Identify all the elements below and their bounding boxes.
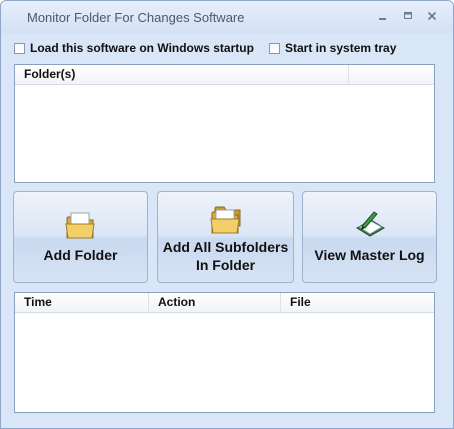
folders-icon bbox=[209, 206, 240, 234]
title-bar[interactable]: Monitor Folder For Changes Software bbox=[1, 1, 453, 33]
view-master-log-label: View Master Log bbox=[314, 247, 425, 263]
column-header-blank[interactable] bbox=[349, 65, 434, 84]
folder-icon bbox=[64, 212, 95, 239]
app-window: Monitor Folder For Changes Software Load… bbox=[0, 0, 454, 429]
tray-checkbox-box[interactable] bbox=[269, 42, 280, 54]
view-master-log-button[interactable]: View Master Log bbox=[302, 191, 437, 283]
close-button[interactable] bbox=[422, 7, 442, 25]
window-title: Monitor Folder For Changes Software bbox=[27, 10, 245, 25]
startup-checkbox-label: Load this software on Windows startup bbox=[30, 41, 254, 55]
folders-list-header: Folder(s) bbox=[15, 65, 434, 85]
column-header-file[interactable]: File bbox=[281, 293, 434, 312]
maximize-icon bbox=[404, 12, 412, 19]
log-list[interactable]: Time Action File bbox=[14, 292, 435, 413]
maximize-button[interactable] bbox=[398, 7, 418, 25]
minimize-button[interactable] bbox=[373, 7, 393, 25]
add-folder-label: Add Folder bbox=[43, 247, 118, 263]
log-book-icon bbox=[355, 211, 385, 237]
add-subfolders-button[interactable]: Add All Subfolders In Folder bbox=[157, 191, 294, 283]
column-header-time[interactable]: Time bbox=[15, 293, 149, 312]
log-list-header: Time Action File bbox=[15, 293, 434, 313]
add-folder-button[interactable]: Add Folder bbox=[13, 191, 148, 283]
close-icon bbox=[427, 11, 437, 21]
tray-checkbox[interactable]: Start in system tray bbox=[269, 41, 396, 55]
startup-checkbox[interactable]: Load this software on Windows startup bbox=[14, 41, 254, 55]
startup-checkbox-box[interactable] bbox=[14, 42, 25, 54]
column-header-action[interactable]: Action bbox=[149, 293, 281, 312]
tray-checkbox-label: Start in system tray bbox=[285, 41, 397, 55]
add-subfolders-label: Add All Subfolders In Folder bbox=[162, 239, 289, 273]
minimize-icon bbox=[379, 18, 386, 20]
column-header-folders[interactable]: Folder(s) bbox=[15, 65, 349, 84]
folders-list[interactable]: Folder(s) bbox=[14, 64, 435, 183]
